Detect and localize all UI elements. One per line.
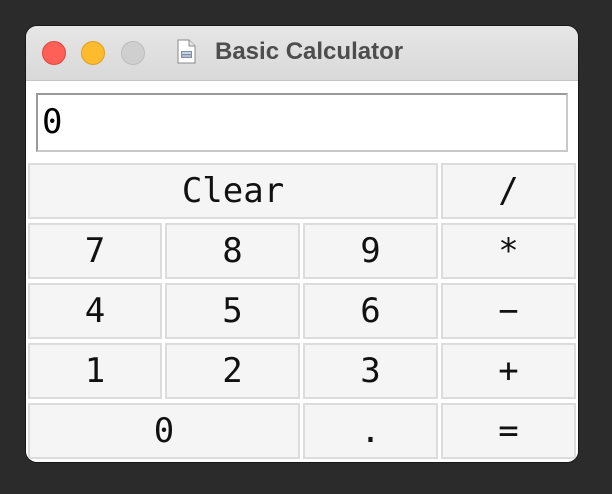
close-button[interactable] <box>42 41 66 65</box>
calculator-window: Basic Calculator 0 Clear / 7 8 9 * 4 5 6… <box>26 26 578 462</box>
zoom-button[interactable] <box>121 41 145 65</box>
minimize-button[interactable] <box>81 41 105 65</box>
digit-3-button[interactable]: 3 <box>303 343 438 399</box>
document-icon <box>177 39 196 64</box>
digit-2-button[interactable]: 2 <box>165 343 300 399</box>
digit-4-button[interactable]: 4 <box>28 283 162 339</box>
digit-8-button[interactable]: 8 <box>165 223 300 279</box>
equals-button[interactable]: = <box>441 403 576 459</box>
decimal-button[interactable]: . <box>303 403 438 459</box>
title-bar[interactable]: Basic Calculator <box>26 26 578 81</box>
multiply-button[interactable]: * <box>441 223 576 279</box>
digit-9-button[interactable]: 9 <box>303 223 438 279</box>
digit-1-button[interactable]: 1 <box>28 343 162 399</box>
digit-0-button[interactable]: 0 <box>28 403 300 459</box>
divide-button[interactable]: / <box>441 163 576 219</box>
add-button[interactable]: + <box>441 343 576 399</box>
window-title: Basic Calculator <box>215 38 404 65</box>
digit-5-button[interactable]: 5 <box>165 283 300 339</box>
calculator-body: 0 Clear / 7 8 9 * 4 5 6 − 1 2 3 + 0 . = <box>26 81 578 462</box>
display-field[interactable]: 0 <box>36 93 568 152</box>
subtract-button[interactable]: − <box>441 283 576 339</box>
digit-6-button[interactable]: 6 <box>303 283 438 339</box>
clear-button[interactable]: Clear <box>28 163 438 219</box>
digit-7-button[interactable]: 7 <box>28 223 162 279</box>
